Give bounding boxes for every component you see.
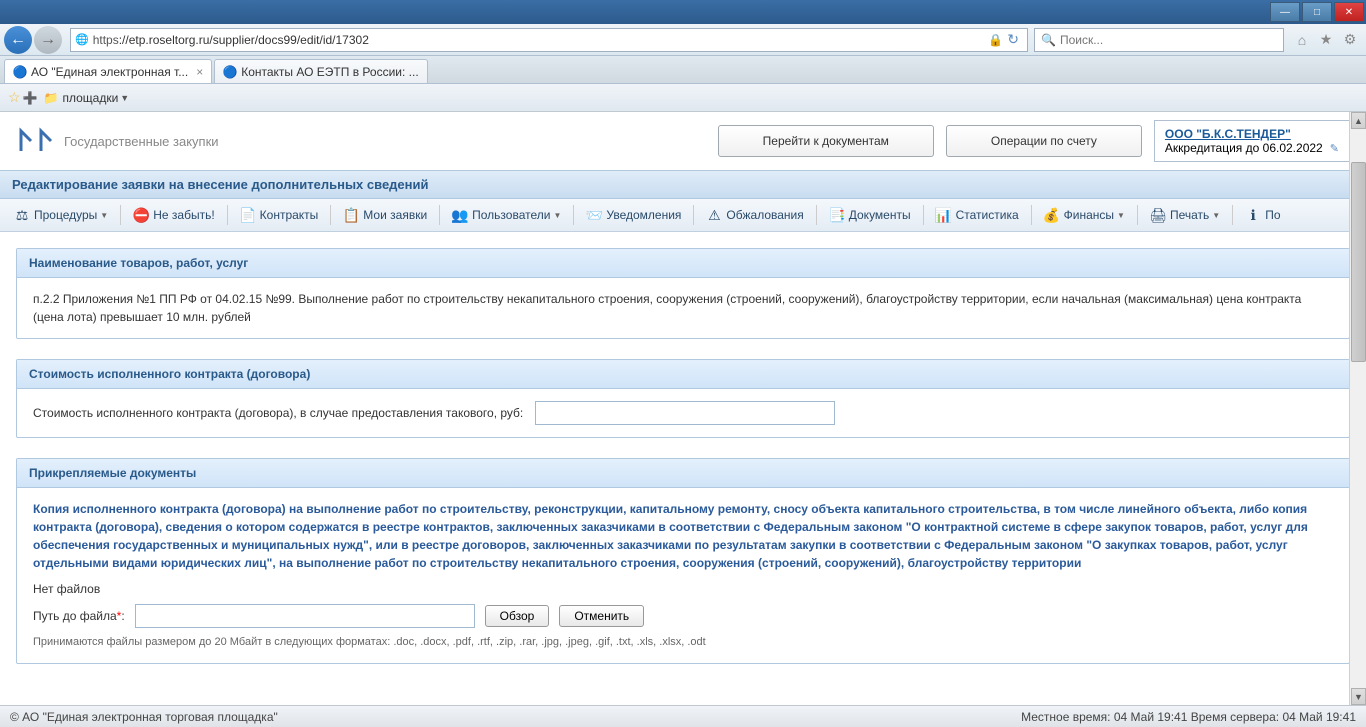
file-path-label: Путь до файла*: xyxy=(33,607,125,625)
noentry-icon: ⛔ xyxy=(133,207,149,223)
chevron-down-icon: ▼ xyxy=(1212,211,1220,220)
toolbar-contracts[interactable]: 📄Контракты xyxy=(234,203,325,227)
gavel-icon: ⚖ xyxy=(14,207,30,223)
toolbar-print[interactable]: 🖨Печать▼ xyxy=(1144,203,1226,227)
browser-window: — □ ✕ ← → 🌐 https://etp.roseltorg.ru/sup… xyxy=(0,0,1366,727)
chevron-down-icon: ▼ xyxy=(100,211,108,220)
favorite-star-icon[interactable]: ☆ xyxy=(8,89,21,106)
file-format-note: Принимаются файлы размером до 20 Мбайт в… xyxy=(33,634,1333,651)
tab-label: Контакты АО ЕЭТП в России: ... xyxy=(241,65,418,79)
panel-body: п.2.2 Приложения №1 ПП РФ от 04.02.15 №9… xyxy=(17,278,1349,338)
tab-2[interactable]: 🔵 Контакты АО ЕЭТП в России: ... xyxy=(214,59,427,83)
logo-mark xyxy=(16,126,56,156)
search-box[interactable]: 🔍 xyxy=(1034,28,1284,52)
page-content: Государственные закупки Перейти к докуме… xyxy=(0,112,1366,727)
panel-header: Прикрепляемые документы xyxy=(17,459,1349,488)
scroll-down-icon[interactable]: ▼ xyxy=(1351,688,1366,705)
logo-subtitle: Государственные закупки xyxy=(64,134,219,149)
favicon-icon: 🔵 xyxy=(223,65,237,79)
bookmarks-bar: ☆ ➕ 📁 площадки ▼ xyxy=(0,84,1366,112)
company-info: ООО "Б.К.С.ТЕНДЕР" Аккредитация до 06.02… xyxy=(1154,120,1350,162)
panel-header: Наименование товаров, работ, услуг xyxy=(17,249,1349,278)
toolbar-remember[interactable]: ⛔Не забыть! xyxy=(127,203,220,227)
main-area: Наименование товаров, работ, услуг п.2.2… xyxy=(0,232,1366,705)
search-input[interactable] xyxy=(1060,33,1277,47)
panel-attachments: Прикрепляемые документы Копия исполненно… xyxy=(16,458,1350,664)
users-icon: 👥 xyxy=(452,207,468,223)
toolbar-appeals[interactable]: ⚠Обжалования xyxy=(700,203,809,227)
status-bar: © АО "Единая электронная торговая площад… xyxy=(0,705,1366,727)
toolbar-documents[interactable]: 📑Документы xyxy=(823,203,917,227)
browse-button[interactable]: Обзор xyxy=(485,605,550,627)
request-icon: 📋 xyxy=(343,207,359,223)
cost-input[interactable] xyxy=(535,401,835,425)
close-button[interactable]: ✕ xyxy=(1334,2,1364,22)
tab-label: АО "Единая электронная т... xyxy=(31,65,188,79)
favicon-icon: 🔵 xyxy=(13,65,27,79)
file-path-input[interactable] xyxy=(135,604,475,628)
folder-icon: 📁 xyxy=(44,91,59,105)
gear-icon[interactable]: ⚙ xyxy=(1340,30,1360,50)
nav-bar: ← → 🌐 https://etp.roseltorg.ru/supplier/… xyxy=(0,24,1366,56)
document-icon: 📑 xyxy=(829,207,845,223)
search-icon: 🔍 xyxy=(1041,33,1056,47)
main-toolbar: ⚖Процедуры▼ ⛔Не забыть! 📄Контракты 📋Мои … xyxy=(0,199,1366,232)
attachment-instructions: Копия исполненного контракта (договора) … xyxy=(33,500,1333,572)
chevron-down-icon: ▼ xyxy=(553,211,561,220)
url-text: https://etp.roseltorg.ru/supplier/docs99… xyxy=(93,33,989,47)
logo: Государственные закупки xyxy=(16,126,219,156)
page-title: Редактирование заявки на внесение дополн… xyxy=(0,170,1366,199)
panel-header: Стоимость исполненного контракта (догово… xyxy=(17,360,1349,389)
tab-1[interactable]: 🔵 АО "Единая электронная т... × xyxy=(4,59,212,83)
page-header: Государственные закупки Перейти к докуме… xyxy=(0,112,1366,170)
back-button[interactable]: ← xyxy=(4,26,32,54)
server-time: Местное время: 04 Май 19:41 Время сервер… xyxy=(1021,710,1356,724)
copyright: © АО "Единая электронная торговая площад… xyxy=(10,710,278,724)
star-icon[interactable]: ★ xyxy=(1316,30,1336,50)
account-operations-button[interactable]: Операции по счету xyxy=(946,125,1142,157)
accreditation-text: Аккредитация до 06.02.2022 xyxy=(1165,141,1323,155)
add-bookmark-icon[interactable]: ➕ xyxy=(23,91,38,105)
maximize-button[interactable]: □ xyxy=(1302,2,1332,22)
toolbar-finances[interactable]: 💰Финансы▼ xyxy=(1038,203,1131,227)
tab-bar: 🔵 АО "Единая электронная т... × 🔵 Контак… xyxy=(0,56,1366,84)
tab-close-icon[interactable]: × xyxy=(196,65,203,79)
info-icon: ℹ xyxy=(1245,207,1261,223)
toolbar-notifications[interactable]: 📨Уведомления xyxy=(580,203,687,227)
money-icon: 💰 xyxy=(1044,207,1060,223)
toolbar-my-requests[interactable]: 📋Мои заявки xyxy=(337,203,433,227)
toolbar-more[interactable]: ℹПо xyxy=(1239,203,1286,227)
printer-icon: 🖨 xyxy=(1150,207,1166,223)
globe-icon: 🌐 xyxy=(75,33,89,46)
warning-icon: ⚠ xyxy=(706,207,722,223)
panel-goods-name: Наименование товаров, работ, услуг п.2.2… xyxy=(16,248,1350,339)
scroll-up-icon[interactable]: ▲ xyxy=(1351,112,1366,129)
toolbar-users[interactable]: 👥Пользователи▼ xyxy=(446,203,567,227)
scroll-thumb[interactable] xyxy=(1351,162,1366,362)
cost-label: Стоимость исполненного контракта (догово… xyxy=(33,404,523,422)
refresh-button[interactable]: ↻ xyxy=(1007,31,1019,48)
company-link[interactable]: ООО "Б.К.С.ТЕНДЕР" xyxy=(1165,127,1291,141)
contract-icon: 📄 xyxy=(240,207,256,223)
minimize-button[interactable]: — xyxy=(1270,2,1300,22)
chevron-down-icon: ▼ xyxy=(1117,211,1125,220)
toolbar-procedures[interactable]: ⚖Процедуры▼ xyxy=(8,203,114,227)
vertical-scrollbar[interactable]: ▲ ▼ xyxy=(1349,112,1366,705)
chevron-down-icon[interactable]: ▼ xyxy=(120,93,129,103)
chart-icon: 📊 xyxy=(936,207,952,223)
goto-documents-button[interactable]: Перейти к документам xyxy=(718,125,934,157)
toolbar-statistics[interactable]: 📊Статистика xyxy=(930,203,1025,227)
no-files-text: Нет файлов xyxy=(33,580,1333,598)
title-bar: — □ ✕ xyxy=(0,0,1366,24)
bookmark-folder[interactable]: площадки xyxy=(62,91,118,105)
notification-icon: 📨 xyxy=(586,207,602,223)
forward-button[interactable]: → xyxy=(34,26,62,54)
address-bar[interactable]: 🌐 https://etp.roseltorg.ru/supplier/docs… xyxy=(70,28,1028,52)
edit-icon[interactable]: ✎ xyxy=(1330,143,1339,155)
cancel-button[interactable]: Отменить xyxy=(559,605,644,627)
lock-icon: 🔒 xyxy=(988,33,1003,47)
home-icon[interactable]: ⌂ xyxy=(1292,30,1312,50)
panel-contract-cost: Стоимость исполненного контракта (догово… xyxy=(16,359,1350,438)
